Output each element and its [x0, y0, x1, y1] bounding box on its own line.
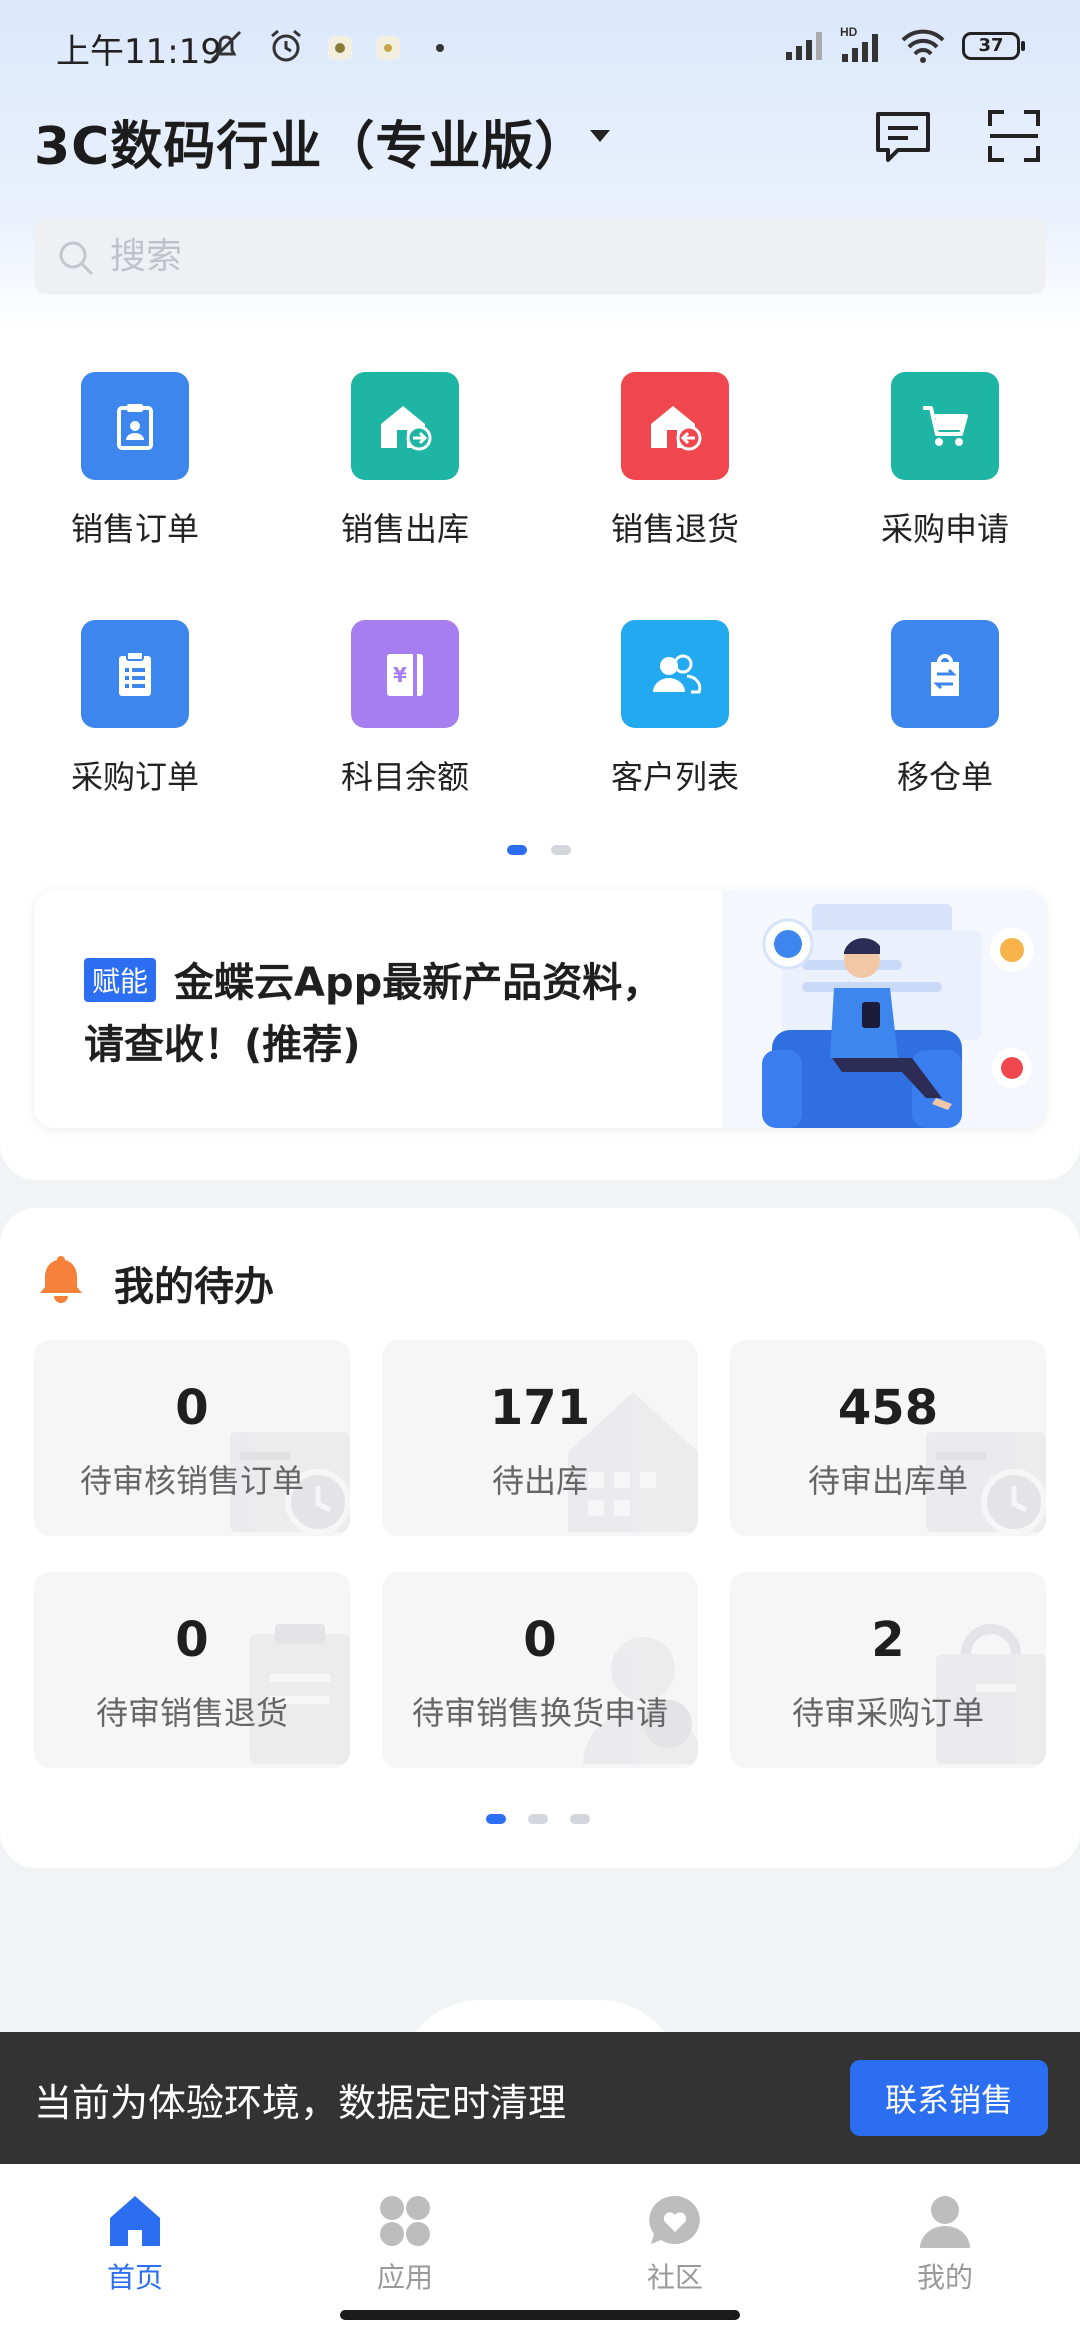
grid-item-label: 科目余额 [340, 758, 469, 796]
page-dot[interactable] [570, 1814, 590, 1824]
home-indicator[interactable] [340, 2310, 740, 2320]
trial-environment-bar: 当前为体验环境，数据定时清理 联系销售 [0, 2032, 1080, 2164]
grid-item-label: 移仓单 [896, 758, 993, 796]
svg-text:HD: HD [840, 25, 858, 39]
app-notification-icon [326, 34, 354, 66]
transfer-icon [891, 620, 999, 728]
customer-list-icon [621, 620, 729, 728]
banner-title: 金蝶云App最新产品资料， [174, 960, 663, 1006]
nav-label: 应用 [376, 2261, 433, 2294]
page-dot-active[interactable] [486, 1814, 506, 1824]
grid-item-label: 采购订单 [70, 758, 199, 796]
nav-label: 社区 [646, 2261, 703, 2294]
todo-item-pending-sales-order-review[interactable]: 0 待审核销售订单 [34, 1340, 350, 1536]
nav-label: 我的 [916, 2261, 973, 2294]
todo-count: 171 [489, 1380, 591, 1436]
more-notifications-dot [436, 44, 444, 52]
page-title[interactable]: 3C数码行业（专业版） [34, 104, 587, 179]
todo-item-pending-outbound-review[interactable]: 458 待审出库单 [730, 1340, 1046, 1536]
contact-sales-button[interactable]: 联系销售 [850, 2060, 1048, 2136]
todo-label: 待出库 [491, 1462, 588, 1500]
todo-item-pending-outbound[interactable]: 171 待出库 [382, 1340, 698, 1536]
wifi-icon [900, 26, 946, 70]
todo-label: 待审采购订单 [791, 1694, 984, 1732]
banner-illustration [722, 890, 1046, 1128]
nav-item-apps[interactable]: 应用 [270, 2184, 540, 2294]
profile-icon [916, 2192, 974, 2254]
grid-item-purchase-order[interactable]: 采购订单 [0, 608, 270, 808]
message-icon[interactable] [872, 108, 934, 170]
todo-label: 待审核销售订单 [79, 1462, 304, 1500]
banner-title: 请查收！(推荐) [84, 1022, 361, 1068]
apps-icon [376, 2192, 434, 2254]
nav-item-home[interactable]: 首页 [0, 2184, 270, 2294]
grid-item-account-balance[interactable]: ¥ 科目余额 [270, 608, 540, 808]
todo-count: 0 [175, 1380, 209, 1436]
todo-label: 待审出库单 [807, 1462, 968, 1500]
nav-item-community[interactable]: 社区 [540, 2184, 810, 2294]
todo-label: 待审销售退货 [95, 1694, 288, 1732]
signal-icon [784, 30, 828, 66]
page-dot[interactable] [551, 845, 571, 855]
community-icon [646, 2192, 704, 2254]
todo-label: 待审销售换货申请 [411, 1694, 668, 1732]
grid-item-purchase-request[interactable]: 采购申请 [810, 360, 1080, 560]
search-bar[interactable] [34, 218, 1046, 294]
scan-icon[interactable] [986, 108, 1042, 168]
grid-item-customer-list[interactable]: 客户列表 [540, 608, 810, 808]
status-time: 上午11:19 [56, 32, 222, 72]
grid-item-sales-order[interactable]: 销售订单 [0, 360, 270, 560]
sales-outbound-icon [351, 372, 459, 480]
grid-item-label: 销售订单 [70, 510, 199, 548]
bell-icon [36, 1252, 86, 1308]
status-bar: 上午11:19 HD 37 [0, 0, 1080, 96]
promo-banner[interactable]: 赋能 金蝶云App最新产品资料， 请查收！(推荐) [34, 890, 1046, 1128]
grid-item-label: 销售出库 [340, 510, 469, 548]
battery-level: 37 [978, 35, 1004, 56]
signal-hd-icon: HD [836, 24, 888, 68]
grid-item-label: 销售退货 [610, 510, 739, 548]
chevron-down-icon[interactable] [588, 128, 612, 148]
page-dot[interactable] [528, 1814, 548, 1824]
purchase-request-icon [891, 372, 999, 480]
home-icon [106, 2192, 164, 2254]
search-input[interactable] [110, 218, 1010, 294]
purchase-order-icon [81, 620, 189, 728]
alarm-icon [266, 26, 306, 70]
todo-item-pending-exchange-request[interactable]: 0 待审销售换货申请 [382, 1572, 698, 1768]
search-icon [56, 238, 96, 282]
todo-count: 0 [175, 1612, 209, 1668]
sales-order-icon [81, 372, 189, 480]
page-dot-active[interactable] [507, 845, 527, 855]
todo-item-pending-purchase-order[interactable]: 2 待审采购订单 [730, 1572, 1046, 1768]
grid-item-label: 采购申请 [880, 510, 1009, 548]
grid-item-sales-return[interactable]: 销售退货 [540, 360, 810, 560]
trial-notice: 当前为体验环境，数据定时清理 [34, 2081, 567, 2125]
sales-return-icon [621, 372, 729, 480]
svg-text:¥: ¥ [393, 663, 407, 687]
grid-item-transfer[interactable]: 移仓单 [810, 608, 1080, 808]
grid-item-sales-outbound[interactable]: 销售出库 [270, 360, 540, 560]
mute-icon [206, 26, 246, 70]
todo-count: 2 [871, 1612, 905, 1668]
todo-count: 458 [837, 1380, 939, 1436]
account-balance-icon: ¥ [351, 620, 459, 728]
nav-label: 首页 [106, 2261, 163, 2294]
banner-tag: 赋能 [84, 958, 157, 1002]
battery-indicator: 37 [962, 32, 1025, 60]
nav-item-profile[interactable]: 我的 [810, 2184, 1080, 2294]
app-notification-icon [374, 34, 402, 66]
todo-item-pending-sales-return[interactable]: 0 待审销售退货 [34, 1572, 350, 1768]
grid-item-label: 客户列表 [610, 758, 739, 796]
todo-title: 我的待办 [114, 1264, 274, 1310]
todo-card: 我的待办 0 待审核销售订单 171 待出库 458 待审出库单 0 待审销售退… [0, 1208, 1080, 1868]
todo-count: 0 [523, 1612, 557, 1668]
